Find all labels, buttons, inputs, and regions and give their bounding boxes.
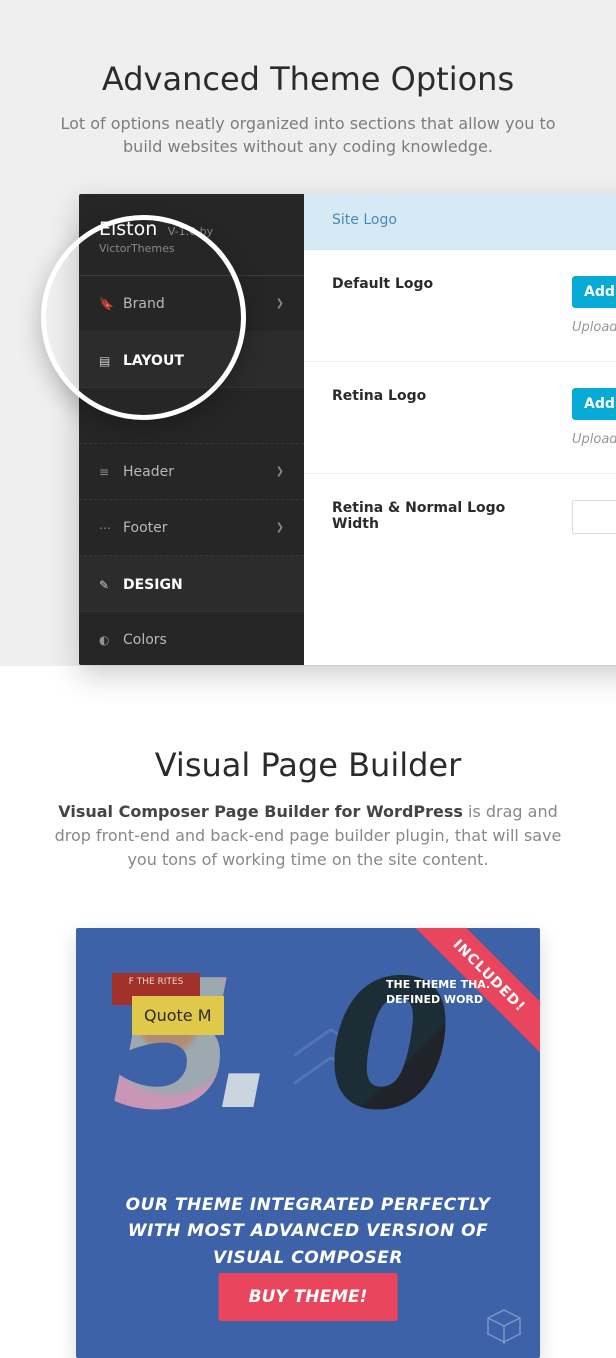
options-content: Site Logo Default Logo Add Upload Retina…: [304, 194, 616, 665]
sidebar-label: Header: [123, 464, 276, 480]
field-label: Retina Logo: [332, 388, 542, 404]
chevron-right-icon: ❯: [276, 298, 284, 309]
field-hint: Upload: [572, 320, 616, 335]
wand-icon: ✎: [99, 578, 123, 592]
chevron-right-icon: ❯: [276, 522, 284, 533]
sidebar-label: Footer: [123, 520, 276, 536]
buy-theme-button[interactable]: BUY THEME!: [219, 1273, 398, 1321]
field-logo-width: Retina & Normal Logo Width: [304, 474, 616, 560]
add-button[interactable]: Add: [572, 388, 616, 420]
chevron-right-icon: ❯: [276, 466, 284, 477]
sidebar-item-header[interactable]: ≡ Header ❯: [79, 444, 304, 500]
field-label: Default Logo: [332, 276, 542, 292]
cube-icon: [484, 1306, 524, 1346]
section1-subtitle: Lot of options neatly organized into sec…: [0, 112, 616, 204]
magnifier-ring: [41, 215, 246, 420]
tab-site-logo[interactable]: Site Logo: [304, 194, 616, 250]
yellow-tag: Quote M: [132, 996, 224, 1035]
logo-width-input[interactable]: [572, 500, 616, 534]
sidebar-section-design[interactable]: ✎ DESIGN: [79, 556, 304, 612]
field-default-logo: Default Logo Add Upload: [304, 250, 616, 362]
digit-0: 0: [328, 942, 452, 1149]
section2-subtitle: Visual Composer Page Builder for WordPre…: [50, 800, 566, 872]
inner-zero-text: THE THEME THA. DEFINED WORD: [386, 978, 496, 1008]
promo-card: INCLUDED! 5 0 F THE RITES Quote M THE TH…: [76, 928, 540, 1358]
sidebar-item-footer[interactable]: ⋯ Footer ❯: [79, 500, 304, 556]
dots-icon: ⋯: [99, 521, 123, 535]
sidebar-label: Colors: [123, 632, 284, 648]
field-hint: Upload: [572, 432, 616, 447]
section2-title: Visual Page Builder: [50, 746, 566, 784]
add-button[interactable]: Add: [572, 276, 616, 308]
sidebar-item-colors[interactable]: ◐ Colors: [79, 612, 304, 665]
field-label: Retina & Normal Logo Width: [332, 500, 542, 532]
droplet-icon: ◐: [99, 633, 123, 647]
version-number-art: 5 0 F THE RITES Quote M THE THEME THA. D…: [76, 928, 540, 1208]
lead-bold: Visual Composer Page Builder for WordPre…: [58, 802, 463, 821]
field-retina-logo: Retina Logo Add Upload: [304, 362, 616, 474]
promo-tagline: OUR THEME INTEGRATED PERFECTLY WITH MOST…: [76, 1192, 540, 1271]
sidebar-label: DESIGN: [123, 577, 284, 593]
section1-title: Advanced Theme Options: [0, 60, 616, 98]
menu-icon: ≡: [99, 465, 123, 479]
